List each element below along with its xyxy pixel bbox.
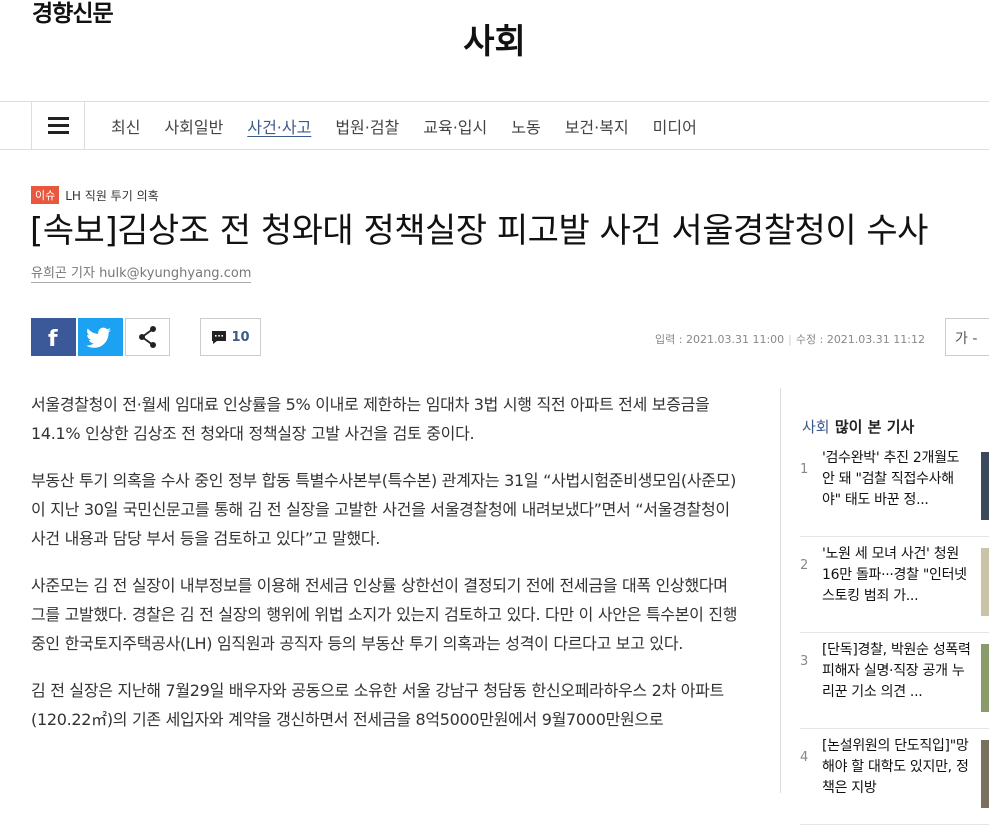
font-size-button[interactable]: 가 - (945, 318, 989, 356)
most-viewed-item[interactable]: 4 [논설위원의 단도직입]"망해야 할 대학도 있지만, 정책은 지방 (800, 738, 989, 825)
hamburger-menu-icon[interactable] (31, 102, 85, 149)
article-thumbnail[interactable] (981, 644, 989, 712)
article-headline: [속보]김상조 전 청와대 정책실장 피고발 사건 서울경찰청이 수사 (30, 211, 928, 251)
article-paragraph: 김 전 실장은 지난해 7월29일 배우자와 공동으로 소유한 서울 강남구 청… (31, 681, 724, 729)
article-paragraph: 부동산 투기 의혹을 수사 중인 정부 합동 특별수사본부(특수본) 관계자는 … (31, 471, 737, 548)
most-viewed-item[interactable]: 2 '노원 세 모녀 사건' 청원 16만 돌파···경찰 "인터넷 스토킹 범… (800, 546, 989, 633)
nav-item-court-prosecution[interactable]: 법원·검찰 (335, 114, 399, 138)
modified-date: 수정 : 2021.03.31 11:12 (795, 333, 925, 346)
twitter-icon (86, 327, 112, 348)
section-title[interactable]: 사회 (0, 14, 989, 63)
comment-button[interactable]: 10 (200, 318, 261, 356)
nav-item-society-general[interactable]: 사회일반 (164, 114, 223, 138)
share-button[interactable] (125, 318, 170, 356)
share-icon (139, 326, 156, 348)
nav-item-labor[interactable]: 노동 (511, 114, 540, 138)
facebook-icon: f (48, 327, 58, 352)
section-nav-bar: 최신 사회일반 사건·사고 법원·검찰 교육·입시 노동 보건·복지 미디어 (0, 101, 989, 150)
svg-text:f: f (48, 327, 58, 352)
nav-item-media[interactable]: 미디어 (653, 114, 697, 138)
comment-icon (212, 330, 227, 344)
most-viewed-title[interactable]: [논설위원의 단도직입]"망해야 할 대학도 있지만, 정책은 지방 (822, 736, 972, 799)
rank-number: 4 (800, 750, 809, 765)
rank-number: 3 (800, 654, 809, 669)
issue-tag[interactable]: 이슈 LH 직원 투기 의혹 (31, 186, 159, 204)
rank-number: 2 (800, 558, 809, 573)
most-viewed-title[interactable]: '검수완박' 추진 2개월도 안 돼 "검찰 직접수사해야" 태도 바꾼 정..… (822, 448, 972, 511)
nav-item-health-welfare[interactable]: 보건·복지 (565, 114, 629, 138)
twitter-share-button[interactable] (78, 318, 123, 356)
article-thumbnail[interactable] (981, 548, 989, 616)
article-body: 서울경찰청이 전·월세 임대료 인상률을 5% 이내로 제한하는 임대차 3법 … (31, 390, 741, 752)
article-dates: 입력 : 2021.03.31 11:00 | 수정 : 2021.03.31 11… (655, 333, 925, 346)
sidebar-title: 사회 많이 본 기사 (802, 416, 914, 437)
issue-badge: 이슈 (31, 186, 60, 204)
byline[interactable]: 유희곤 기자 hulk@kyunghyang.com (31, 262, 252, 283)
article-thumbnail[interactable] (981, 452, 989, 520)
nav-item-incidents[interactable]: 사건·사고 (247, 114, 311, 138)
nav-item-education[interactable]: 교육·입시 (423, 114, 487, 138)
most-viewed-item[interactable]: 3 [단독]경찰, 박원순 성폭력 피해자 실명·직장 공개 누리꾼 기소 의견… (800, 642, 989, 729)
section-nav: 최신 사회일반 사건·사고 법원·검찰 교육·입시 노동 보건·복지 미디어 (111, 102, 697, 149)
sidebar-title-text: 많이 본 기사 (834, 418, 915, 436)
article-paragraph: 사준모는 김 전 실장이 내부정보를 이용해 전세금 인상률 상한선이 결정되기… (31, 576, 738, 653)
most-viewed-title[interactable]: [단독]경찰, 박원순 성폭력 피해자 실명·직장 공개 누리꾼 기소 의견 .… (822, 640, 972, 703)
sidebar-title-highlight: 사회 (802, 418, 830, 436)
issue-topic[interactable]: LH 직원 투기 의혹 (65, 187, 158, 204)
most-viewed-title[interactable]: '노원 세 모녀 사건' 청원 16만 돌파···경찰 "인터넷 스토킹 범죄 … (822, 544, 972, 607)
most-viewed-item[interactable]: 1 '검수완박' 추진 2개월도 안 돼 "검찰 직접수사해야" 태도 바꾼 정… (800, 450, 989, 537)
rank-number: 1 (800, 462, 809, 477)
article-thumbnail[interactable] (981, 740, 989, 808)
sidebar-divider (780, 388, 781, 793)
nav-item-latest[interactable]: 최신 (111, 114, 140, 138)
comment-count: 10 (231, 329, 250, 345)
article-paragraph: 서울경찰청이 전·월세 임대료 인상률을 5% 이내로 제한하는 임대차 3법 … (31, 395, 710, 443)
facebook-share-button[interactable]: f (31, 318, 76, 356)
published-date: 입력 : 2021.03.31 11:00 (655, 333, 785, 346)
